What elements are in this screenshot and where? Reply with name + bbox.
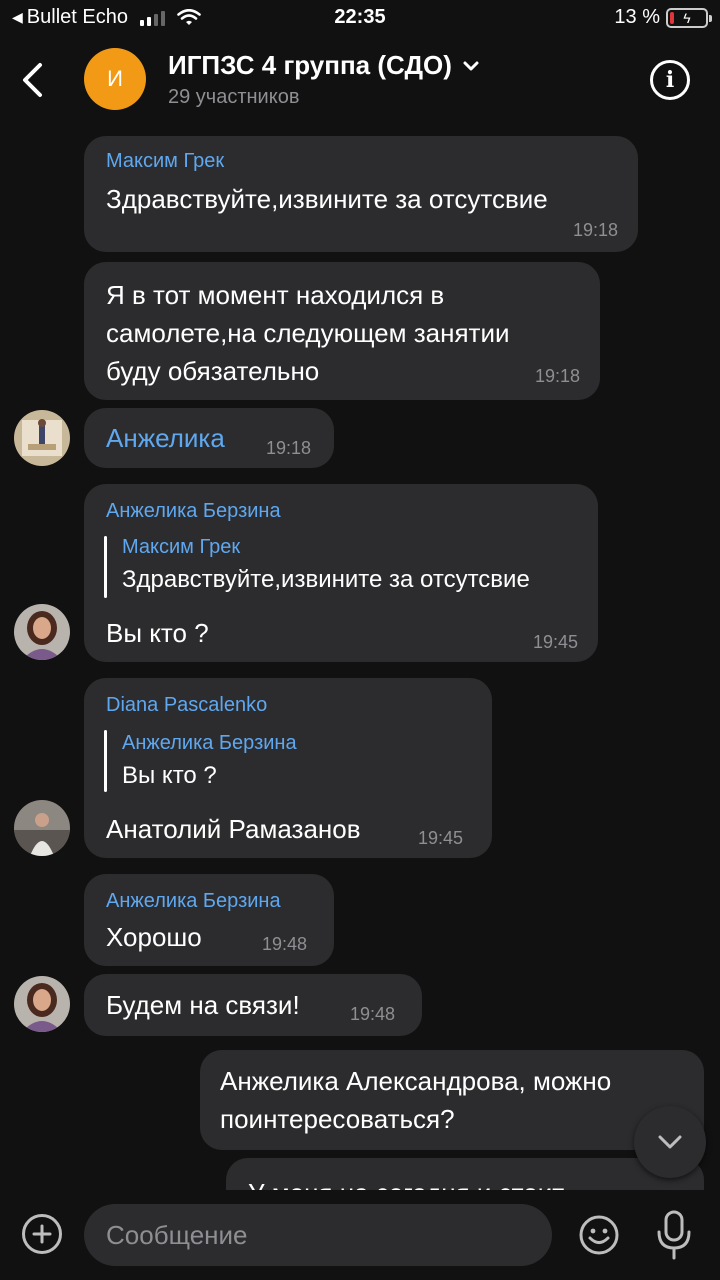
message-sender[interactable]: Diana Pascalenko (106, 694, 267, 717)
message-text-line: Анжелика Александрова, можно (220, 1066, 612, 1096)
reply-sender[interactable]: Анжелика Берзина (122, 732, 297, 755)
battery-fill (670, 11, 674, 24)
attach-button[interactable] (22, 1214, 62, 1254)
reply-text[interactable]: Здравствуйте,извините за отсутсвие (122, 566, 530, 594)
microphone-icon (657, 1210, 691, 1260)
avatar-photo (14, 800, 70, 856)
message-text: Здравствуйте,извините за отсутсвие (106, 184, 548, 214)
battery-percent: 13 % (614, 6, 660, 28)
message-sender[interactable]: Максим Грек (106, 150, 224, 173)
chat-avatar[interactable]: И (84, 48, 146, 110)
message-text: Хорошо (106, 922, 202, 952)
avatar[interactable] (14, 976, 70, 1032)
avatar-photo (14, 410, 70, 466)
message-bubble[interactable]: Diana Pascalenko Анжелика Берзина Вы кто… (84, 678, 492, 858)
message-time: 19:48 (350, 1004, 396, 1024)
info-button[interactable]: i (650, 60, 690, 100)
message-bubble[interactable]: Максим Грек Здравствуйте,извините за отс… (84, 136, 638, 252)
message-text-line: поинтересоваться? (220, 1104, 455, 1134)
avatar[interactable] (14, 800, 70, 856)
message-bubble[interactable]: Я в тот момент находился в самолете,на с… (84, 262, 600, 400)
outgoing-message-bubble[interactable]: Анжелика Александрова, можно поинтересов… (200, 1050, 704, 1150)
message-time: 19:45 (418, 828, 464, 848)
message-text-line: Я в тот момент находился в (106, 280, 445, 310)
message-text-line: буду обязательно (106, 356, 320, 386)
back-button[interactable] (14, 58, 50, 102)
chevron-down-icon (658, 1135, 682, 1149)
chat-header: И ИГПЗС 4 группа (СДО) 29 участников i (0, 36, 720, 128)
message-input[interactable] (84, 1204, 552, 1266)
sticker-button[interactable] (578, 1214, 620, 1261)
plus-icon (32, 1224, 52, 1244)
composer-bar (0, 1190, 720, 1280)
message-time: 19:45 (532, 632, 578, 652)
reply-text[interactable]: Вы кто ? (122, 762, 217, 790)
chat-title: ИГПЗС 4 группа (СДО) (168, 50, 452, 80)
message-bubble[interactable]: Будем на связи! 19:48 (84, 974, 422, 1036)
message-text: Будем на связи! (106, 990, 300, 1020)
voice-record-button[interactable] (654, 1208, 694, 1267)
message-bubble[interactable]: Анжелика Берзина Максим Грек Здравствуйт… (84, 484, 598, 662)
mention-link[interactable]: Анжелика (106, 419, 225, 457)
message-sender[interactable]: Анжелика Берзина (106, 890, 281, 913)
participant-count: 29 участников (168, 86, 300, 108)
avatar[interactable] (14, 410, 70, 466)
chevron-down-icon (463, 61, 479, 70)
avatar-photo (14, 604, 70, 660)
message-text: Анатолий Рамазанов (106, 814, 361, 844)
message-sender[interactable]: Анжелика Берзина (106, 500, 281, 523)
message-time: 19:48 (262, 934, 308, 954)
message-bubble[interactable]: Анжелика 19:18 (84, 408, 334, 468)
message-time: 19:18 (572, 220, 618, 240)
charging-bolt-icon: ϟ (683, 9, 691, 26)
status-time: 22:35 (334, 6, 386, 28)
status-bar: ◀ Bullet Echo 22:35 13 % ϟ (0, 0, 720, 36)
battery-status: 13 % ϟ (614, 6, 712, 29)
battery-icon: ϟ (666, 7, 712, 28)
reply-sender[interactable]: Максим Грек (122, 536, 240, 559)
message-text-line: самолете,на следующем занятии (106, 318, 510, 348)
info-icon: i (665, 67, 675, 93)
scroll-to-bottom-button[interactable] (634, 1106, 706, 1178)
message-time: 19:18 (534, 366, 580, 386)
avatar[interactable] (14, 604, 70, 660)
message-time: 19:18 (266, 438, 312, 458)
chat-title-button[interactable]: ИГПЗС 4 группа (СДО) (168, 50, 480, 81)
smiley-icon (579, 1215, 619, 1255)
message-text: Вы кто ? (106, 618, 209, 648)
avatar-photo (14, 976, 70, 1032)
reply-bar (104, 536, 107, 598)
reply-bar (104, 730, 107, 792)
message-bubble[interactable]: Анжелика Берзина Хорошо 19:48 (84, 874, 334, 966)
chevron-left-icon (23, 63, 42, 97)
